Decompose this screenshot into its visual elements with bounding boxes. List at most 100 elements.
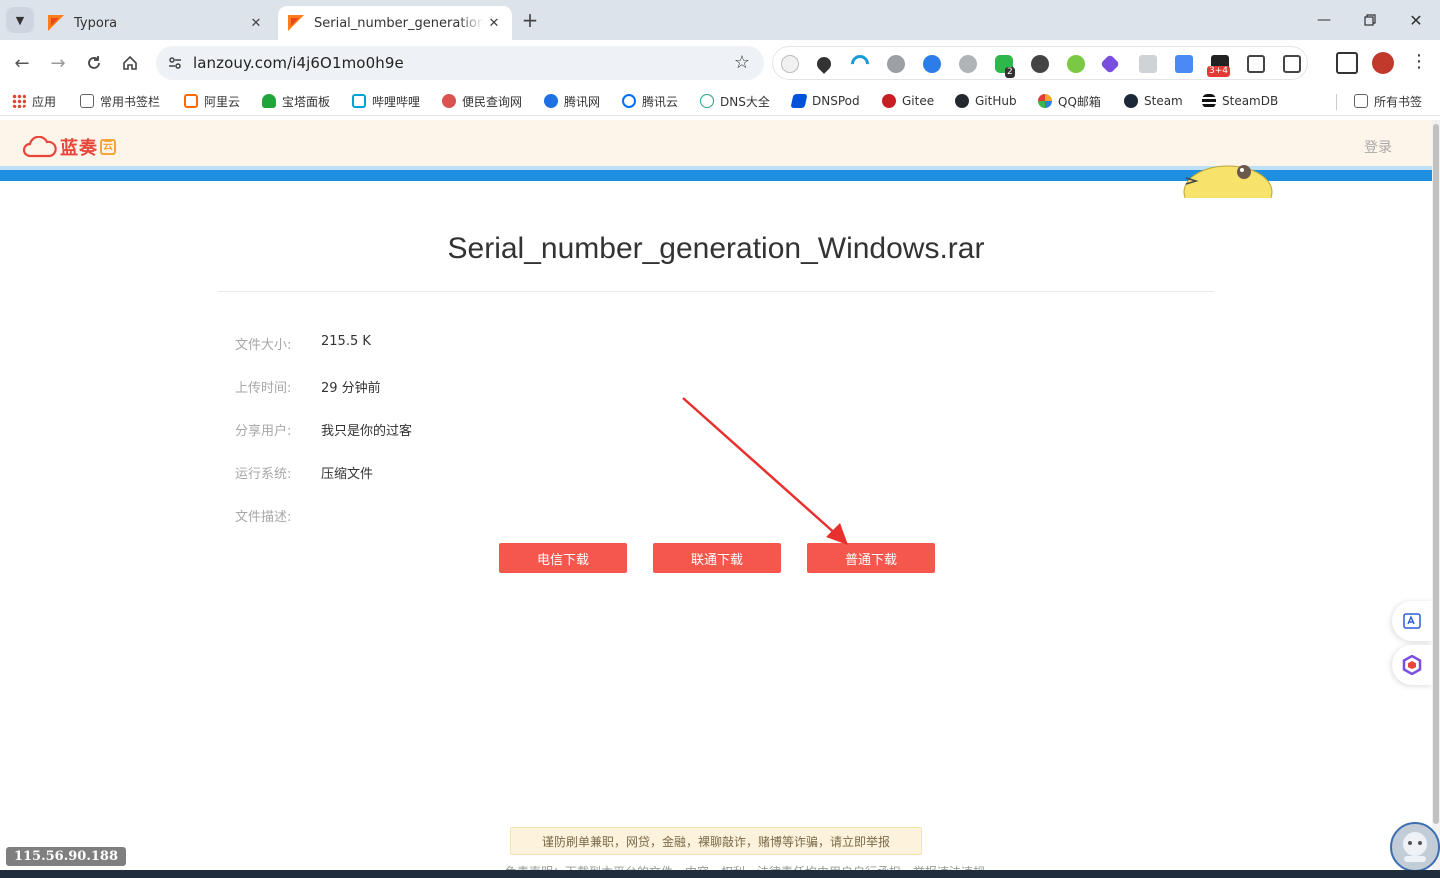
info-label: 文件大小:	[235, 338, 292, 353]
file-name-title: Serial_number_generation_Windows.rar	[447, 232, 985, 265]
info-row-description: 文件描述:	[235, 506, 321, 526]
extension-hexagon-icon[interactable]	[1100, 54, 1120, 74]
more-menu-icon[interactable]: ⋮	[1408, 52, 1430, 74]
ai-assistant-side-icon[interactable]	[1392, 645, 1432, 685]
info-label: 上传时间:	[235, 381, 292, 396]
back-arrow-icon[interactable]: ←	[8, 49, 36, 77]
annotation-arrow-icon	[682, 397, 848, 545]
bookmark-label: 宝塔面板	[282, 94, 331, 109]
bookmark-tencent-cloud[interactable]: 腾讯云	[622, 92, 678, 110]
info-row-upload-time: 上传时间: 29 分钟前	[235, 377, 381, 397]
chevron-down-icon: ▼	[15, 13, 25, 27]
tab-title: Typora	[74, 15, 118, 31]
bookmarks-bar: 应用 常用书签栏 阿里云 宝塔面板 哔哩哔哩 便民查询网 腾讯网 腾讯云 DNS…	[0, 86, 1440, 116]
bookmark-label: 所有书签	[1374, 94, 1423, 109]
info-value: 29 分钟前	[321, 381, 381, 396]
gitee-icon	[882, 94, 896, 108]
info-value: 压缩文件	[321, 467, 374, 482]
bookmark-star-icon[interactable]: ☆	[734, 52, 750, 73]
tab-search-button[interactable]: ▼	[6, 7, 34, 33]
wechat-badge: 2	[1005, 67, 1015, 78]
tab-title: Serial_number_generation_W	[314, 15, 484, 31]
bookmark-gitee[interactable]: Gitee	[882, 92, 934, 110]
fraud-warning-bar: 谨防刷单兼职，网贷，金融，裸聊敲诈，赌博等诈骗，请立即举报	[510, 827, 922, 855]
bookmark-label: 哔哩哔哩	[372, 94, 421, 109]
tab-serial-number[interactable]: Serial_number_generation_W ✕	[278, 6, 512, 40]
extension-lime-icon[interactable]	[1067, 55, 1085, 73]
bookmark-bianmin[interactable]: 便民查询网	[442, 92, 522, 110]
home-icon[interactable]	[116, 49, 144, 77]
url-text: lanzouy.com/i4j6O1mo0h9e	[193, 54, 404, 72]
bookmark-label: GitHub	[975, 94, 1017, 108]
extension-settings-icon[interactable]	[959, 55, 977, 73]
bookmark-dnspod[interactable]: DNSPod	[790, 92, 860, 110]
bookmark-aliyun[interactable]: 阿里云	[184, 92, 240, 110]
bookmark-label: SteamDB	[1222, 94, 1279, 108]
bookmark-label: 常用书签栏	[100, 94, 161, 109]
bookmark-folder-common[interactable]: 常用书签栏	[80, 92, 160, 110]
cloud-icon	[622, 94, 636, 108]
profile-avatar[interactable]	[1372, 52, 1394, 74]
extensions-puzzle-icon[interactable]	[1283, 55, 1301, 73]
qqmail-icon	[1038, 94, 1052, 108]
tab-typora[interactable]: Typora ✕	[38, 6, 274, 40]
bookmarks-separator	[1336, 94, 1337, 110]
bookmark-github[interactable]: GitHub	[955, 92, 1017, 110]
info-label: 分享用户:	[235, 424, 292, 439]
title-divider	[218, 291, 1214, 292]
scrollbar-thumb[interactable]	[1433, 124, 1439, 824]
folder-icon	[80, 94, 94, 108]
extension-check-icon[interactable]	[781, 55, 799, 73]
baota-icon	[262, 94, 276, 108]
bookmark-tencent-news[interactable]: 腾讯网	[544, 92, 600, 110]
translate-side-icon[interactable]	[1392, 601, 1432, 641]
close-icon[interactable]: ✕	[246, 13, 266, 33]
bookmark-steam[interactable]: Steam	[1124, 92, 1183, 110]
bookmark-label: 腾讯网	[564, 94, 601, 109]
cloud-logo-icon	[22, 135, 58, 158]
chat-bot-avatar-icon[interactable]	[1390, 822, 1440, 872]
browser-toolbar: ← → lanzouy.com/i4j6O1mo0h9e ☆ 2 3+4 ⋮	[0, 40, 1440, 86]
extension-gray-icon[interactable]	[887, 55, 905, 73]
folder-icon	[1354, 94, 1368, 108]
telecom-download-button[interactable]: 电信下载	[499, 543, 627, 573]
bookmark-qqmail[interactable]: QQ邮箱	[1038, 92, 1101, 110]
site-logo[interactable]: 蓝奏 云	[22, 134, 116, 160]
extension-window-icon[interactable]	[1139, 55, 1157, 73]
bookmark-label: 便民查询网	[462, 94, 523, 109]
restore-icon[interactable]	[1348, 6, 1392, 34]
mascot-illustration-icon	[1180, 158, 1294, 219]
lanzou-favicon-icon	[48, 15, 64, 31]
extension-stack-icon[interactable]	[1247, 55, 1265, 73]
bookmark-dns[interactable]: DNS大全	[700, 92, 770, 110]
github-icon	[955, 94, 969, 108]
address-bar[interactable]: lanzouy.com/i4j6O1mo0h9e ☆	[156, 46, 764, 80]
window-close-icon[interactable]: ✕	[1394, 6, 1438, 34]
bookmark-all-folder[interactable]: 所有书签	[1354, 92, 1422, 110]
extension-wifi-icon[interactable]	[847, 51, 873, 77]
extension-translate-a-icon[interactable]	[923, 55, 941, 73]
new-tab-plus-icon[interactable]: +	[518, 8, 542, 32]
dns-icon	[700, 94, 714, 108]
forward-arrow-icon[interactable]: →	[44, 49, 72, 77]
reload-icon[interactable]	[80, 49, 108, 77]
sidebar-toggle-icon[interactable]	[1336, 52, 1358, 74]
info-label: 文件描述:	[235, 510, 292, 525]
close-icon[interactable]: ✕	[484, 13, 504, 33]
bookmark-apps[interactable]: 应用	[12, 92, 56, 110]
bianmin-icon	[442, 94, 456, 108]
minimize-icon[interactable]: —	[1302, 6, 1346, 34]
extension-location-icon[interactable]	[814, 54, 834, 74]
extension-download-icon[interactable]	[1031, 55, 1049, 73]
bookmark-bilibili[interactable]: 哔哩哔哩	[352, 92, 420, 110]
lanzou-favicon-icon	[288, 15, 304, 31]
tab-strip: ▼ Typora ✕ Serial_number_generation_W ✕ …	[0, 0, 1440, 40]
dnspod-icon	[790, 94, 808, 108]
aliyun-icon	[184, 94, 198, 108]
extension-google-translate-icon[interactable]	[1175, 55, 1193, 73]
bookmark-label: 阿里云	[204, 94, 241, 109]
bookmark-steamdb[interactable]: SteamDB	[1202, 92, 1278, 110]
login-link[interactable]: 登录	[1364, 137, 1392, 157]
site-info-icon[interactable]	[164, 52, 186, 74]
bookmark-baota[interactable]: 宝塔面板	[262, 92, 330, 110]
